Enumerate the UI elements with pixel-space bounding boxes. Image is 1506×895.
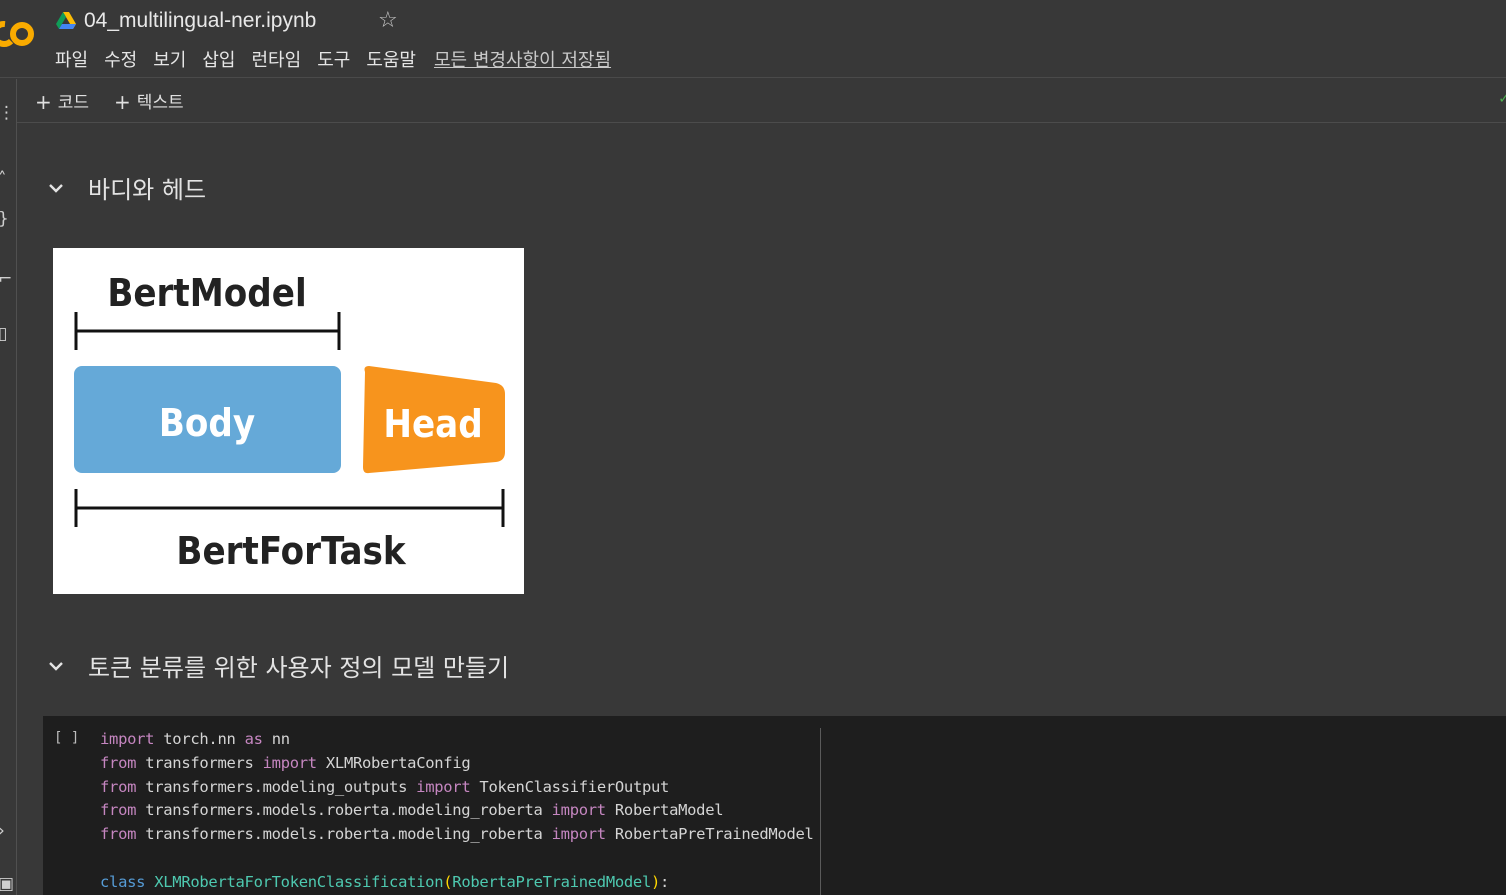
connected-check-icon[interactable]: ✓ <box>1498 91 1506 107</box>
menu-help[interactable]: 도움말 <box>366 46 416 72</box>
code-cell[interactable]: [ ] import torch.nn as nn from transforme… <box>43 716 1506 895</box>
plus-icon: + <box>35 90 52 114</box>
code-line: from transformers.models.roberta.modelin… <box>100 825 814 844</box>
section-title: 바디와 헤드 <box>88 176 207 204</box>
section-title: 토큰 분류를 위한 사용자 정의 모델 만들기 <box>88 654 510 682</box>
code-line: from transformers.modeling_outputs impor… <box>100 777 670 796</box>
code-braces-icon[interactable]: } <box>0 209 9 229</box>
save-status-link[interactable]: 모든 변경사항이 저장됨 <box>434 46 611 72</box>
menu-file[interactable]: 파일 <box>55 46 88 72</box>
menu-edit[interactable]: 수정 <box>104 46 137 72</box>
chevron-down-icon[interactable] <box>46 656 66 676</box>
menu-bar: 파일 수정 보기 삽입 런타임 도구 도움말 모든 변경사항이 저장됨 <box>55 46 627 72</box>
left-sidebar: ⋮ ˄ } ⌐ ▯ › ▣ <box>0 79 17 895</box>
head-label: Head <box>383 402 482 446</box>
key-icon[interactable]: ⌐ <box>0 269 12 289</box>
notebook-title[interactable]: 04_multilingual-ner.ipynb <box>84 9 316 33</box>
chevron-up-icon[interactable]: ˄ <box>0 169 7 189</box>
star-icon[interactable]: ☆ <box>378 8 398 33</box>
menu-tools[interactable]: 도구 <box>317 46 350 72</box>
diagram-top-label: BertModel <box>107 271 306 315</box>
diagram-bottom-label: BertForTask <box>176 529 406 573</box>
menu-icon[interactable]: ⋮ <box>0 103 15 123</box>
section-heading[interactable]: 토큰 분류를 위한 사용자 정의 모델 만들기 <box>46 648 509 683</box>
plus-icon: + <box>114 90 131 114</box>
menu-view[interactable]: 보기 <box>153 46 186 72</box>
body-label: Body <box>159 401 255 445</box>
chevron-down-icon[interactable] <box>46 178 66 198</box>
code-line: from transformers.models.roberta.modelin… <box>100 801 724 820</box>
app-header: 04_multilingual-ner.ipynb ☆ 파일 수정 보기 삽입 … <box>0 0 1506 78</box>
add-code-label: 코드 <box>57 93 90 113</box>
section-heading[interactable]: 바디와 헤드 <box>46 170 206 205</box>
menu-runtime[interactable]: 런타임 <box>252 46 302 72</box>
folder-icon[interactable]: ▯ <box>0 324 7 344</box>
terminal-icon[interactable]: ▣ <box>0 874 14 894</box>
add-code-button[interactable]: + 코드 <box>35 88 90 114</box>
add-text-button[interactable]: + 텍스트 <box>114 88 184 114</box>
add-text-label: 텍스트 <box>136 93 184 113</box>
google-drive-icon <box>56 12 76 30</box>
body-head-diagram: BertModel Body Head BertForTask <box>53 248 524 594</box>
code-line: class XLMRobertaForTokenClassification(R… <box>100 872 670 891</box>
ruler-line <box>820 728 821 895</box>
code-line: import torch.nn as nn <box>100 730 290 748</box>
code-editor[interactable]: import torch.nn as nn from transformers i… <box>100 728 814 895</box>
colab-logo[interactable] <box>0 12 36 56</box>
expand-icon[interactable]: › <box>0 821 5 841</box>
notebook-toolbar: + 코드 + 텍스트 ✓ <box>17 79 1506 123</box>
code-line: from transformers import XLMRobertaConfi… <box>100 753 471 772</box>
menu-insert[interactable]: 삽입 <box>202 46 235 72</box>
run-cell-button[interactable]: [ ] <box>54 730 79 746</box>
